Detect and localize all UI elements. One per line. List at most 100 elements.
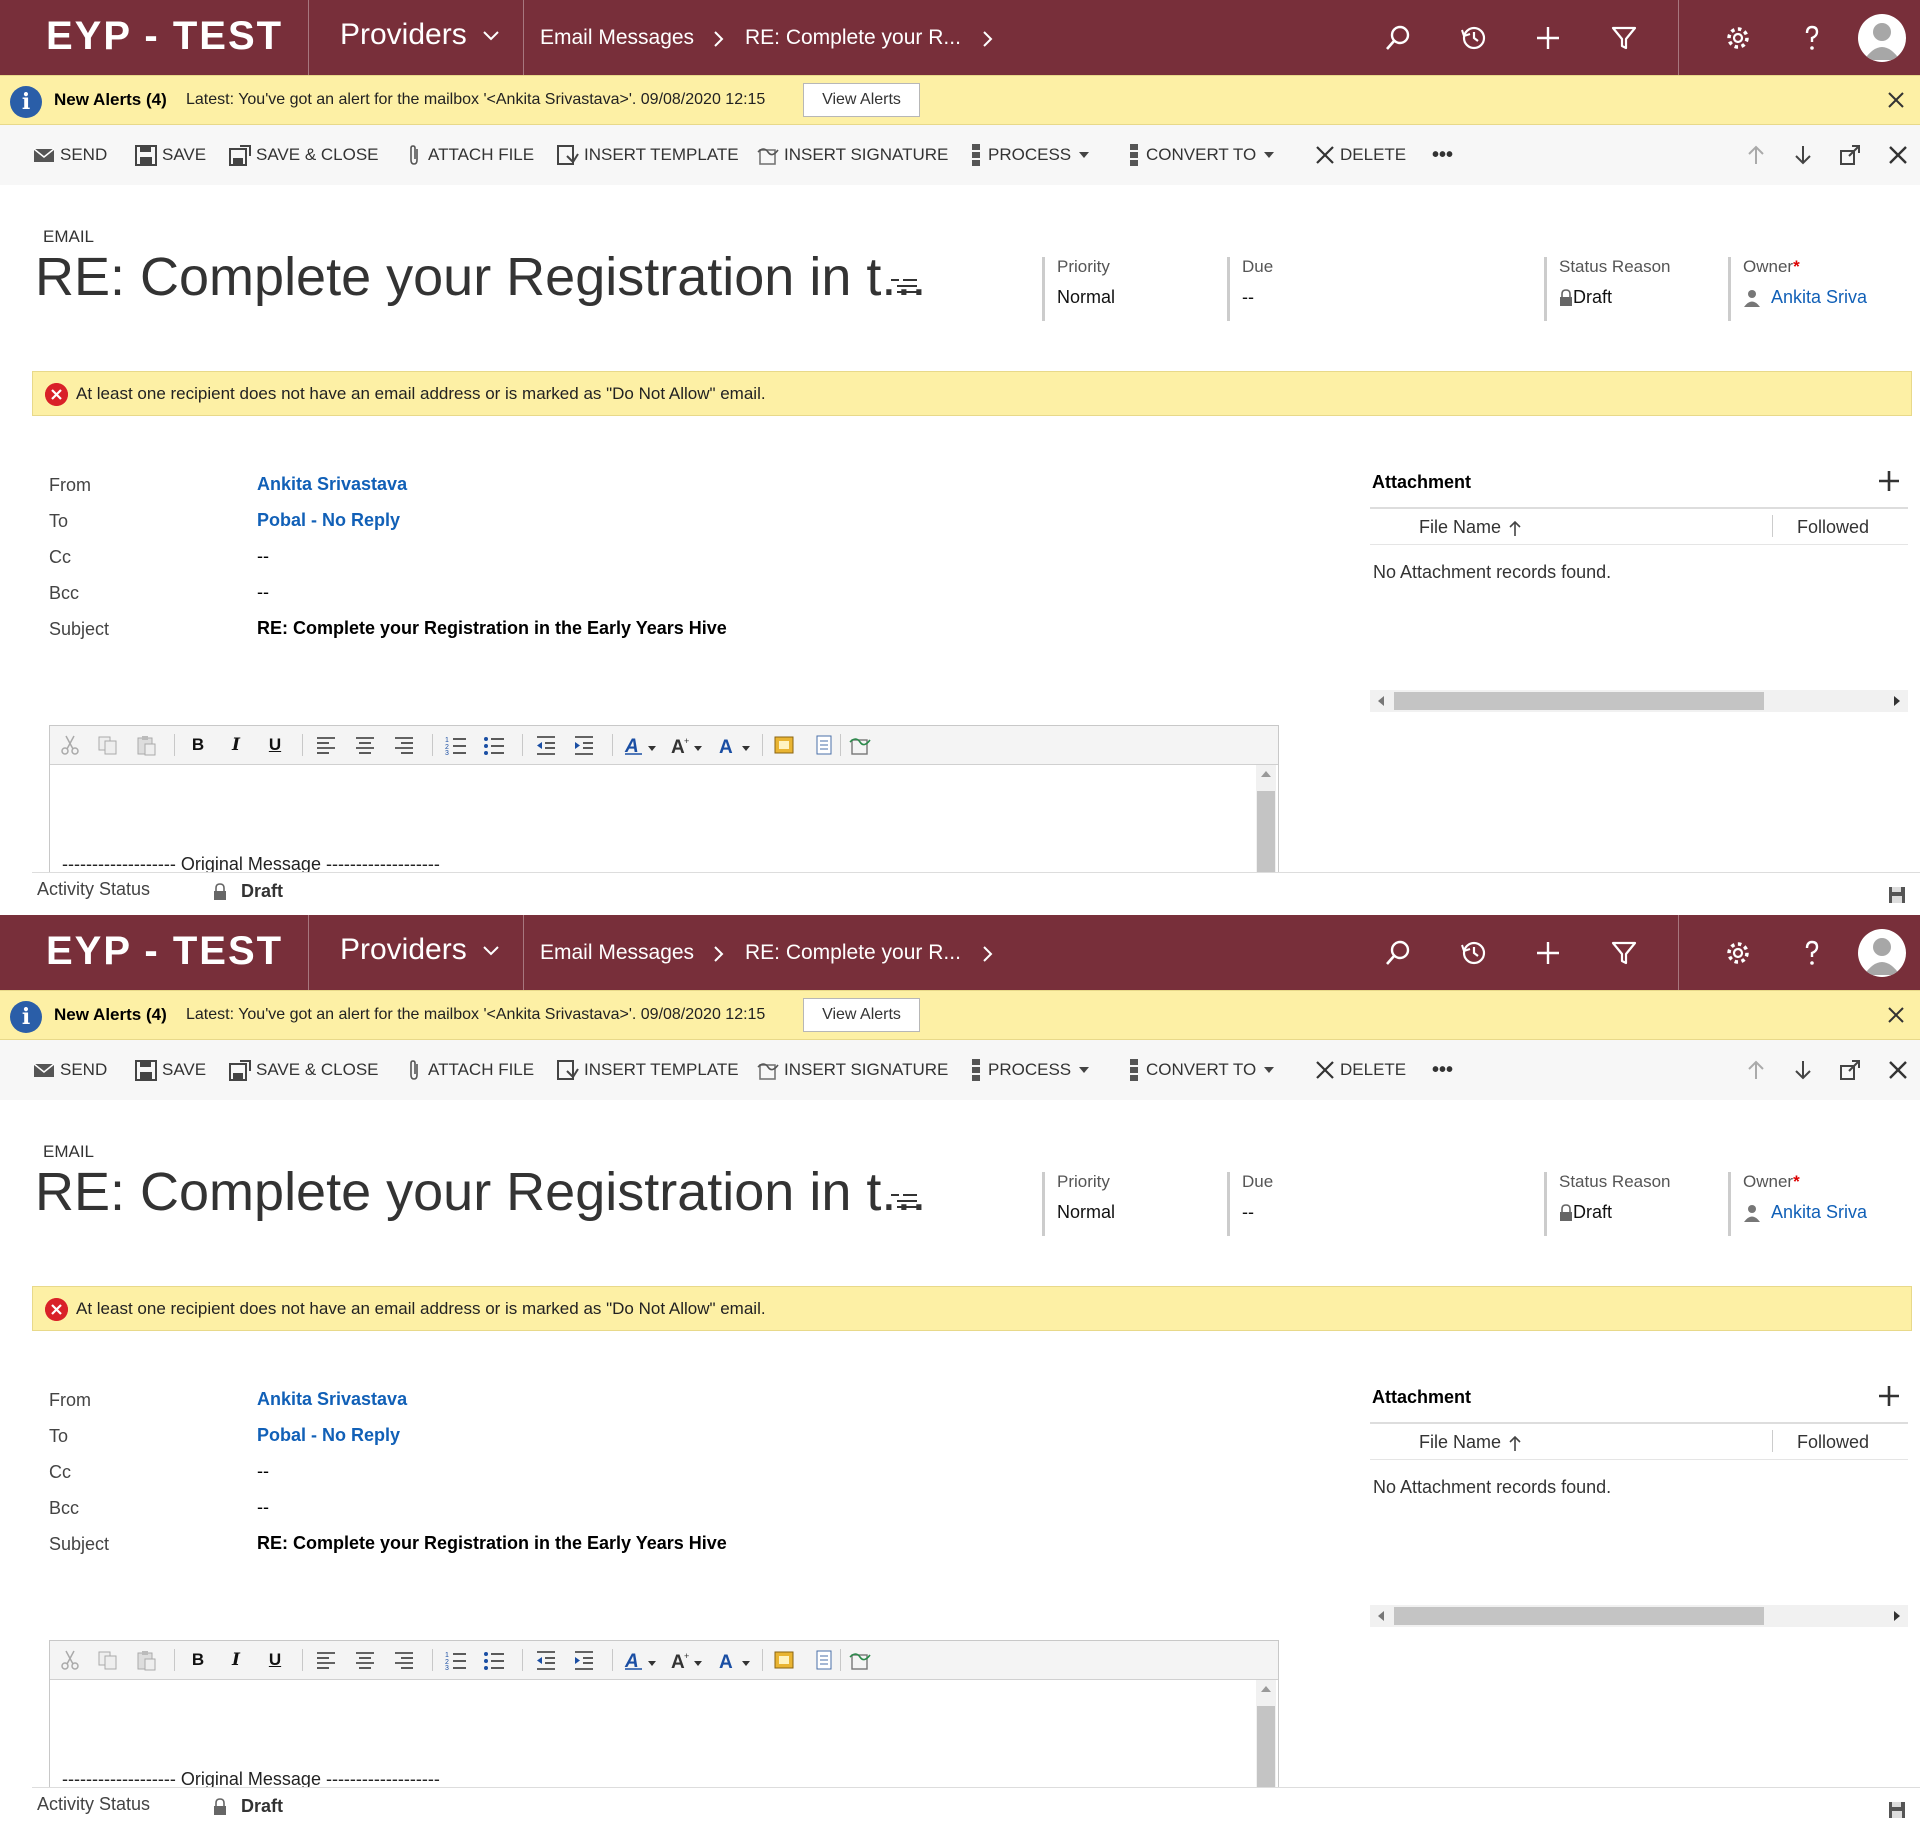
- to-value[interactable]: Pobal - No Reply: [257, 1425, 400, 1446]
- column-header-followed[interactable]: Followed: [1797, 1432, 1869, 1453]
- form-selector-menu-icon[interactable]: [890, 276, 918, 298]
- bulleted-list-icon[interactable]: [482, 1649, 506, 1671]
- numbered-list-icon[interactable]: 123: [444, 1649, 468, 1671]
- cc-value[interactable]: --: [257, 546, 269, 567]
- bold-button[interactable]: B: [186, 1649, 210, 1671]
- header-due-field[interactable]: Due --: [1227, 1172, 1273, 1236]
- attach-file-button[interactable]: ATTACH FILE: [404, 1058, 534, 1082]
- previous-record-arrow-icon[interactable]: [1744, 1058, 1768, 1082]
- chevron-down-icon[interactable]: [480, 939, 502, 961]
- app-logo[interactable]: EYP - TEST: [46, 14, 283, 59]
- column-header-file-name[interactable]: File Name: [1419, 1432, 1523, 1453]
- recent-history-icon[interactable]: [1460, 24, 1488, 52]
- create-new-icon[interactable]: [1534, 24, 1562, 52]
- font-family-dropdown-icon[interactable]: A: [624, 734, 658, 756]
- align-center-icon[interactable]: [353, 1649, 377, 1671]
- cc-value[interactable]: --: [257, 1461, 269, 1482]
- view-alerts-button[interactable]: View Alerts: [803, 83, 920, 117]
- recent-history-icon[interactable]: [1460, 939, 1488, 967]
- create-new-icon[interactable]: [1534, 939, 1562, 967]
- app-logo[interactable]: EYP - TEST: [46, 929, 283, 974]
- help-question-icon[interactable]: [1798, 24, 1826, 52]
- increase-indent-icon[interactable]: [572, 734, 596, 756]
- save-button[interactable]: SAVE: [134, 143, 206, 167]
- search-icon[interactable]: [1384, 939, 1412, 967]
- highlight-color-icon[interactable]: [772, 1649, 796, 1671]
- breadcrumb-current-record[interactable]: RE: Complete your R...: [745, 941, 961, 965]
- bulleted-list-icon[interactable]: [482, 734, 506, 756]
- italic-button[interactable]: I: [224, 1649, 248, 1671]
- form-selector-menu-icon[interactable]: [890, 1191, 918, 1213]
- bcc-value[interactable]: --: [257, 582, 269, 603]
- add-attachment-plus-icon[interactable]: [1877, 469, 1901, 493]
- column-header-file-name[interactable]: File Name: [1419, 517, 1523, 538]
- scrollbar-thumb[interactable]: [1394, 1607, 1764, 1625]
- font-family-dropdown-icon[interactable]: A: [624, 1649, 658, 1671]
- header-owner-field[interactable]: Owner* Ankita Sriva: [1728, 257, 1913, 321]
- paste-clipboard-icon[interactable]: [134, 1649, 158, 1671]
- increase-indent-icon[interactable]: [572, 1649, 596, 1671]
- insert-signature-editor-icon[interactable]: [848, 1649, 872, 1671]
- insert-signature-button[interactable]: INSERT SIGNATURE: [756, 143, 948, 167]
- scroll-right-arrow-icon[interactable]: [1894, 1611, 1900, 1621]
- owner-value-wrap[interactable]: Ankita Sriva: [1743, 1202, 1913, 1223]
- header-priority-field[interactable]: Priority Normal: [1042, 1172, 1115, 1236]
- header-priority-field[interactable]: Priority Normal: [1042, 257, 1115, 321]
- scroll-up-arrow-icon[interactable]: [1261, 1686, 1271, 1692]
- header-owner-field[interactable]: Owner* Ankita Sriva: [1728, 1172, 1913, 1236]
- send-button[interactable]: SEND: [32, 1058, 107, 1082]
- user-avatar[interactable]: [1858, 929, 1906, 977]
- attachment-horizontal-scrollbar[interactable]: [1370, 1605, 1908, 1627]
- insert-signature-button[interactable]: INSERT SIGNATURE: [756, 1058, 948, 1082]
- insert-html-document-icon[interactable]: [812, 1649, 836, 1671]
- pop-out-icon[interactable]: [1838, 1058, 1862, 1082]
- to-value[interactable]: Pobal - No Reply: [257, 510, 400, 531]
- close-icon[interactable]: [1884, 88, 1908, 112]
- bcc-value[interactable]: --: [257, 1497, 269, 1518]
- save-and-close-button[interactable]: SAVE & CLOSE: [228, 1058, 379, 1082]
- process-dropdown[interactable]: PROCESS: [968, 1058, 1090, 1082]
- delete-button[interactable]: DELETE: [1314, 1058, 1406, 1082]
- cut-scissors-icon[interactable]: [58, 1649, 82, 1671]
- send-button[interactable]: SEND: [32, 143, 107, 167]
- chevron-right-icon[interactable]: [980, 945, 994, 963]
- more-commands-button[interactable]: •••: [1432, 143, 1453, 167]
- paste-clipboard-icon[interactable]: [134, 734, 158, 756]
- decrease-indent-icon[interactable]: [534, 734, 558, 756]
- save-button[interactable]: SAVE: [134, 1058, 206, 1082]
- from-value[interactable]: Ankita Srivastava: [257, 474, 407, 495]
- view-alerts-button[interactable]: View Alerts: [803, 998, 920, 1032]
- subject-value[interactable]: RE: Complete your Registration in the Ea…: [257, 618, 727, 639]
- cut-scissors-icon[interactable]: [58, 734, 82, 756]
- settings-gear-icon[interactable]: [1724, 939, 1752, 967]
- pop-out-icon[interactable]: [1838, 143, 1862, 167]
- underline-button[interactable]: U: [263, 734, 287, 756]
- font-color-dropdown-icon[interactable]: A: [718, 1649, 752, 1671]
- font-color-dropdown-icon[interactable]: A: [718, 734, 752, 756]
- highlight-color-icon[interactable]: [772, 734, 796, 756]
- bold-button[interactable]: B: [186, 734, 210, 756]
- insert-signature-editor-icon[interactable]: [848, 734, 872, 756]
- convert-to-dropdown[interactable]: CONVERT TO: [1126, 1058, 1275, 1082]
- previous-record-arrow-icon[interactable]: [1744, 143, 1768, 167]
- save-and-close-button[interactable]: SAVE & CLOSE: [228, 143, 379, 167]
- column-header-followed[interactable]: Followed: [1797, 517, 1869, 538]
- help-question-icon[interactable]: [1798, 939, 1826, 967]
- copy-icon[interactable]: [96, 734, 120, 756]
- chevron-down-icon[interactable]: [480, 24, 502, 46]
- align-center-icon[interactable]: [353, 734, 377, 756]
- scroll-right-arrow-icon[interactable]: [1894, 696, 1900, 706]
- align-right-icon[interactable]: [392, 734, 416, 756]
- font-size-dropdown-icon[interactable]: A +: [670, 734, 704, 756]
- close-record-icon[interactable]: [1886, 1058, 1910, 1082]
- breadcrumb-email-messages[interactable]: Email Messages: [540, 941, 694, 965]
- footer-save-icon[interactable]: [1887, 1800, 1907, 1820]
- advanced-find-filter-icon[interactable]: [1610, 24, 1638, 52]
- italic-button[interactable]: I: [224, 734, 248, 756]
- attachment-horizontal-scrollbar[interactable]: [1370, 690, 1908, 712]
- close-icon[interactable]: [1884, 1003, 1908, 1027]
- app-switcher[interactable]: Providers: [340, 18, 467, 52]
- align-left-icon[interactable]: [314, 1649, 338, 1671]
- from-value[interactable]: Ankita Srivastava: [257, 1389, 407, 1410]
- owner-value[interactable]: Ankita Sriva: [1771, 287, 1867, 308]
